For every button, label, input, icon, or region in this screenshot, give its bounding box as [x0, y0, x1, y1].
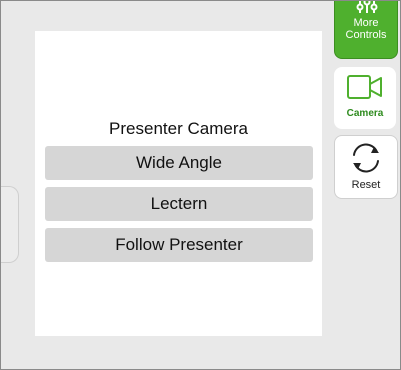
video-camera-icon [345, 73, 385, 106]
camera-label: Camera [346, 108, 384, 119]
refresh-icon [346, 140, 386, 179]
reset-button[interactable]: Reset [334, 135, 398, 199]
sliders-icon [351, 1, 381, 17]
more-controls-button[interactable]: More Controls [334, 1, 398, 59]
app-frame: Presenter Camera Wide Angle Lectern Foll… [0, 0, 401, 370]
preset-lectern-button[interactable]: Lectern [45, 187, 313, 221]
camera-panel: Presenter Camera Wide Angle Lectern Foll… [35, 31, 322, 336]
more-controls-label-line2: Controls [345, 29, 387, 41]
panel-title: Presenter Camera [109, 119, 248, 138]
more-controls-label-line1: More [353, 17, 379, 29]
camera-button[interactable]: Camera [334, 67, 396, 129]
preset-wide-angle-button[interactable]: Wide Angle [45, 146, 313, 180]
preset-follow-presenter-button[interactable]: Follow Presenter [45, 228, 313, 262]
edge-pull-tab[interactable] [1, 186, 19, 263]
reset-label: Reset [351, 179, 381, 191]
